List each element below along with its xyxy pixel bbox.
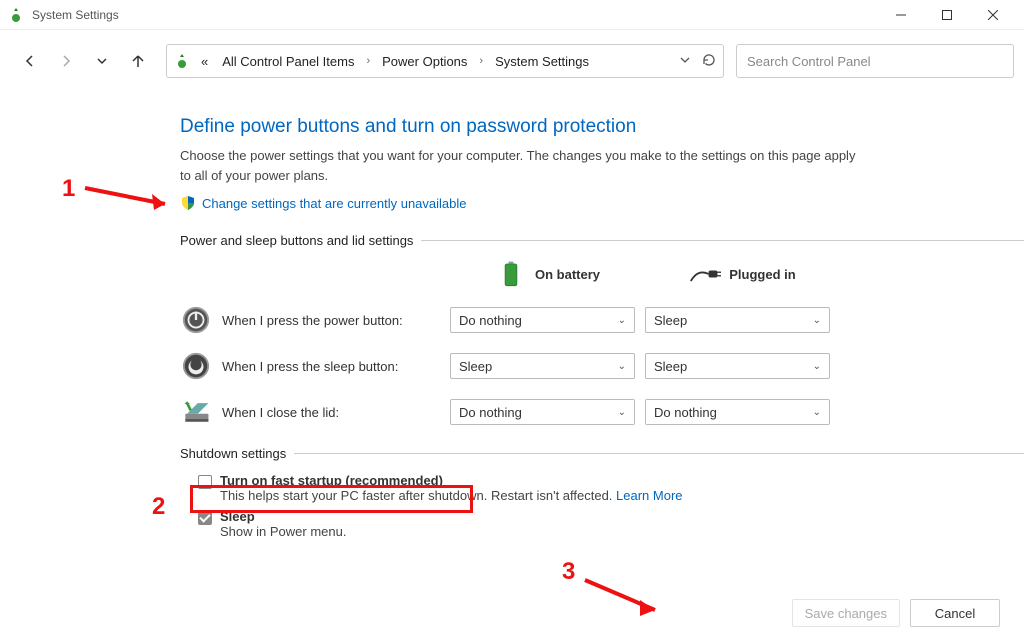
section-power-buttons: Power and sleep buttons and lid settings — [180, 233, 1024, 248]
fast-startup-description: This helps start your PC faster after sh… — [220, 488, 683, 503]
row-label: When I close the lid: — [222, 405, 339, 420]
fast-startup-row: Turn on fast startup (recommended) This … — [198, 473, 1024, 503]
page-heading: Define power buttons and turn on passwor… — [180, 116, 1024, 138]
chevron-down-icon: ⌄ — [618, 315, 626, 326]
chevron-down-icon: ⌄ — [618, 361, 626, 372]
annotation-3: 3 — [562, 558, 575, 586]
power-button-battery-select[interactable]: Do nothing⌄ — [450, 307, 635, 333]
sleep-label: Sleep — [220, 509, 346, 524]
up-button[interactable] — [122, 45, 154, 77]
sleep-description: Show in Power menu. — [220, 524, 346, 539]
maximize-button[interactable] — [924, 0, 970, 30]
battery-icon — [495, 258, 527, 290]
save-changes-button[interactable]: Save changes — [792, 599, 900, 627]
content-area: Define power buttons and turn on passwor… — [0, 116, 1024, 539]
refresh-icon[interactable] — [701, 52, 717, 71]
power-button-plugged-select[interactable]: Sleep⌄ — [645, 307, 830, 333]
search-box[interactable] — [736, 44, 1014, 78]
chevron-down-icon: ⌄ — [618, 407, 626, 418]
chevron-right-icon: › — [479, 55, 483, 67]
uac-shield-icon — [180, 195, 196, 211]
window-controls — [878, 0, 1016, 30]
annotation-arrow-3 — [580, 572, 670, 622]
sleep-button-icon — [180, 350, 212, 382]
change-settings-link[interactable]: Change settings that are currently unava… — [202, 196, 467, 211]
breadcrumb-item-0[interactable]: All Control Panel Items — [218, 52, 358, 71]
row-label: When I press the sleep button: — [222, 359, 398, 374]
fast-startup-checkbox[interactable] — [198, 475, 212, 489]
titlebar: System Settings — [0, 0, 1024, 30]
plug-icon — [689, 258, 721, 290]
sleep-button-plugged-select[interactable]: Sleep⌄ — [645, 353, 830, 379]
lid-plugged-select[interactable]: Do nothing⌄ — [645, 399, 830, 425]
row-label: When I press the power button: — [222, 313, 403, 328]
lid-battery-select[interactable]: Do nothing⌄ — [450, 399, 635, 425]
address-history-icon[interactable] — [679, 54, 691, 69]
chevron-down-icon: ⌄ — [813, 361, 821, 372]
close-button[interactable] — [970, 0, 1016, 30]
change-settings-row: Change settings that are currently unava… — [180, 195, 1024, 211]
sleep-button-battery-select[interactable]: Sleep⌄ — [450, 353, 635, 379]
sleep-button-row: When I press the sleep button: Sleep⌄ Sl… — [180, 350, 1024, 382]
power-button-icon — [180, 304, 212, 336]
fast-startup-label: Turn on fast startup (recommended) — [220, 473, 683, 488]
power-options-app-icon — [8, 7, 24, 23]
breadcrumb-prefix: « — [197, 52, 212, 71]
power-button-row: When I press the power button: Do nothin… — [180, 304, 1024, 336]
forward-button[interactable] — [50, 45, 82, 77]
chevron-down-icon: ⌄ — [813, 315, 821, 326]
power-settings-table: On battery Plugged in When I press the p… — [180, 258, 1024, 428]
on-battery-header: On battery — [450, 258, 645, 290]
navigation-row: « All Control Panel Items › Power Option… — [0, 30, 1024, 88]
section-shutdown: Shutdown settings — [180, 446, 1024, 461]
section-label: Shutdown settings — [180, 446, 286, 461]
section-label: Power and sleep buttons and lid settings — [180, 233, 413, 248]
laptop-lid-icon — [180, 396, 212, 428]
window-title: System Settings — [32, 8, 878, 22]
recent-locations-button[interactable] — [86, 45, 118, 77]
sleep-menu-row: Sleep Show in Power menu. — [198, 509, 1024, 539]
learn-more-link[interactable]: Learn More — [616, 488, 682, 503]
breadcrumb-item-2[interactable]: System Settings — [491, 52, 593, 71]
back-button[interactable] — [14, 45, 46, 77]
bottom-button-bar: Save changes Cancel — [792, 599, 1000, 627]
sleep-checkbox[interactable] — [198, 511, 212, 525]
address-bar[interactable]: « All Control Panel Items › Power Option… — [166, 44, 724, 78]
search-input[interactable] — [747, 54, 1003, 69]
minimize-button[interactable] — [878, 0, 924, 30]
chevron-down-icon: ⌄ — [813, 407, 821, 418]
power-options-icon — [173, 52, 191, 70]
plugged-in-header: Plugged in — [645, 258, 840, 290]
lid-row: When I close the lid: Do nothing⌄ Do not… — [180, 396, 1024, 428]
page-description: Choose the power settings that you want … — [180, 146, 860, 185]
breadcrumb-item-1[interactable]: Power Options — [378, 52, 471, 71]
cancel-button[interactable]: Cancel — [910, 599, 1000, 627]
chevron-right-icon: › — [366, 55, 370, 67]
